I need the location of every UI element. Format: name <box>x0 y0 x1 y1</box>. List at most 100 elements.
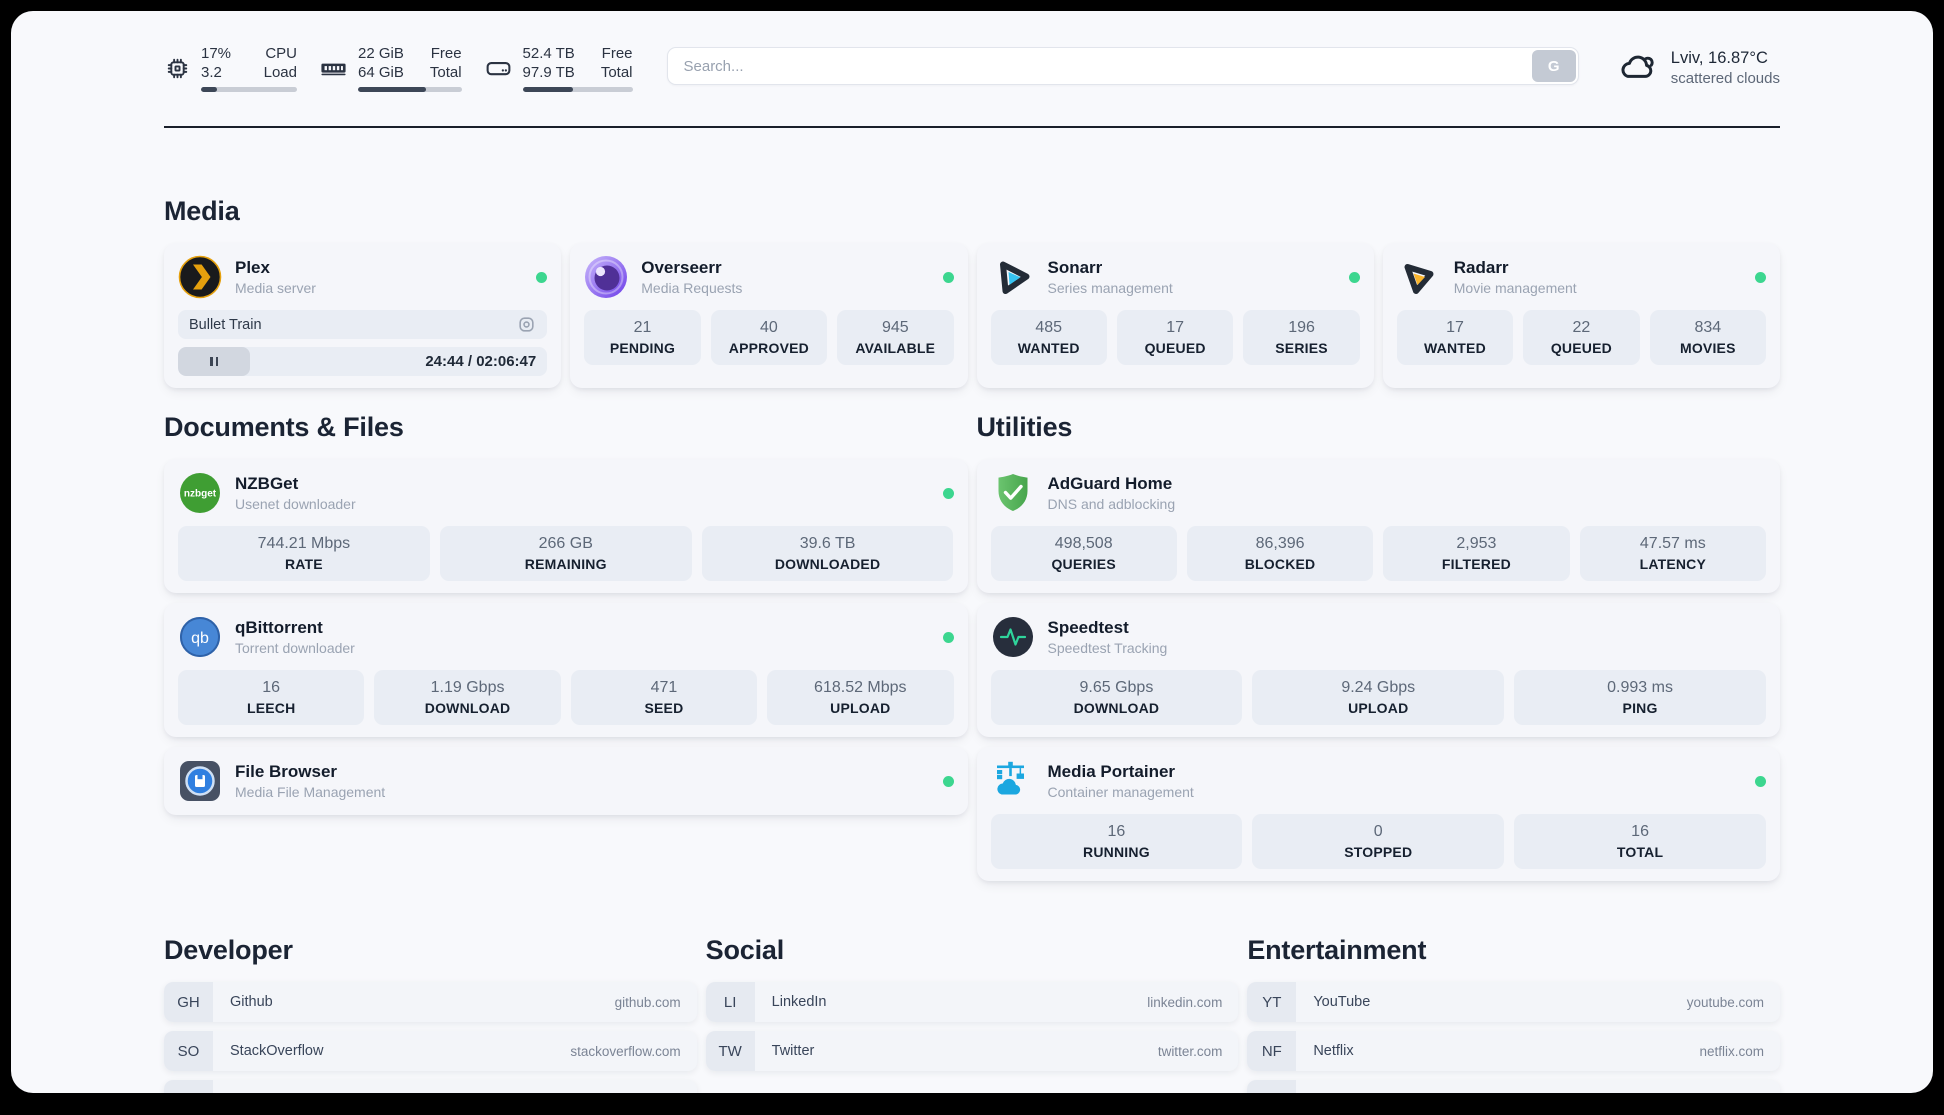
service-title: Media Portainer <box>1047 761 1176 781</box>
service-subtitle: Series management <box>1047 279 1173 296</box>
stat-box: 16 LEECH <box>178 670 365 725</box>
stat-value: 17 <box>1166 319 1185 336</box>
service-card-filebrowser[interactable]: File Browser Media File Management <box>164 747 968 815</box>
stat-label: WANTED <box>1424 340 1486 356</box>
service-card-radarr[interactable]: Radarr Movie management 17 WANTED 22 QUE… <box>1382 243 1780 388</box>
service-card-speedtest[interactable]: Speedtest Speedtest Tracking 9.65 Gbps D… <box>976 603 1780 737</box>
bookmark-row-dev[interactable]: DT DEV dev.to <box>164 1080 697 1093</box>
bookmark-abbr: YT <box>1247 982 1297 1022</box>
bookmark-abbr: RE <box>1247 1080 1297 1093</box>
service-subtitle: Media server <box>235 279 316 296</box>
stat-box: 196 SERIES <box>1243 310 1360 365</box>
dashboard-page: 17% 3.2 CPU Load 22 GiB 64 GiB Free Tota… <box>11 11 1933 1093</box>
stat-label: LEECH <box>246 700 296 716</box>
stat-box: 744.21 Mbps RATE <box>178 526 430 581</box>
status-dot <box>1348 271 1360 283</box>
bookmark-url: dev.to <box>645 1093 681 1094</box>
search-button[interactable]: G <box>1531 50 1576 82</box>
search-input[interactable] <box>666 47 1579 85</box>
radarr-icon <box>1404 264 1434 294</box>
cpu-usage-value: 17% <box>201 45 232 62</box>
status-dot <box>942 631 954 643</box>
bookmark-row-linkedin[interactable]: LI LinkedIn linkedin.com <box>705 982 1239 1022</box>
stat-box: 16 TOTAL <box>1514 814 1766 869</box>
service-card-portainer[interactable]: Media Portainer Container management 16 … <box>976 747 1780 881</box>
service-subtitle: Torrent downloader <box>235 639 355 656</box>
playback-time: 24:44 / 02:06:47 <box>425 353 537 370</box>
service-card-overseerr[interactable]: Overseerr Media Requests 21 PENDING 40 A… <box>570 243 968 388</box>
stat-label: PING <box>1622 700 1658 716</box>
stat-box: 40 APPROVED <box>710 310 828 365</box>
stat-box: 86,396 BLOCKED <box>1186 526 1374 581</box>
service-card-plex[interactable]: Plex Media server Bullet Train 24:44 / 0… <box>164 243 562 388</box>
stat-label: MOVIES <box>1679 340 1736 356</box>
stat-label: QUEUED <box>1144 340 1206 356</box>
developer-section-title: Developer <box>164 935 293 965</box>
disk-progress-bar <box>522 87 633 92</box>
stat-label: QUERIES <box>1051 556 1116 572</box>
stat-box: 16 RUNNING <box>990 814 1243 869</box>
bookmark-row-youtube[interactable]: YT YouTube youtube.com <box>1247 982 1780 1022</box>
stat-box: 22 QUEUED <box>1523 310 1640 365</box>
playback-progress-fill <box>178 347 250 376</box>
stat-box: 485 WANTED <box>990 310 1107 365</box>
bookmark-row-twitter[interactable]: TW Twitter twitter.com <box>705 1031 1239 1071</box>
media-session-icon <box>517 315 536 334</box>
bookmark-abbr: LI <box>705 982 755 1022</box>
bookmark-name: Twitter <box>771 1043 815 1059</box>
bookmark-url: netflix.com <box>1699 1043 1764 1059</box>
service-card-qbittorrent[interactable]: qb qBittorrent Torrent downloader 16 LEE… <box>164 603 968 737</box>
stat-label: STOPPED <box>1344 844 1413 860</box>
bookmark-row-github[interactable]: GH Github github.com <box>164 982 697 1022</box>
bookmark-name: LinkedIn <box>771 994 827 1010</box>
disk-icon <box>486 61 510 75</box>
weather-location: Lviv, 16.87°C <box>1670 49 1768 67</box>
stat-label: SERIES <box>1275 340 1328 356</box>
disk-free-label: Free <box>601 45 633 62</box>
resource-widget-cpu: 17% 3.2 CPU Load <box>164 44 297 92</box>
service-title: NZBGet <box>235 473 299 493</box>
bookmark-group-entertainment: Entertainment YT YouTube youtube.com NF … <box>1247 935 1780 1093</box>
bookmark-row-reddit[interactable]: RE Reddit reddit.com <box>1247 1080 1780 1093</box>
service-card-nzbget[interactable]: nzbget NZBGet Usenet downloader 744.21 M… <box>164 459 968 593</box>
stat-label: RUNNING <box>1083 844 1150 860</box>
bookmark-row-stackoverflow[interactable]: SO StackOverflow stackoverflow.com <box>164 1031 697 1071</box>
topbar-divider <box>164 126 1780 128</box>
bookmark-url: linkedin.com <box>1147 994 1223 1010</box>
entertainment-section-title: Entertainment <box>1247 935 1427 965</box>
stat-label: QUEUED <box>1550 340 1612 356</box>
disk-progress-fill <box>522 87 574 92</box>
stat-box: 9.65 Gbps DOWNLOAD <box>990 670 1243 725</box>
service-card-sonarr[interactable]: Sonarr Series management 485 WANTED 17 Q… <box>976 243 1374 388</box>
service-subtitle: Container management <box>1047 783 1194 800</box>
bookmark-name: StackOverflow <box>230 1043 324 1059</box>
stat-label: APPROVED <box>728 340 809 356</box>
disk-total-value: 97.9 TB <box>522 64 575 81</box>
stat-label: DOWNLOAD <box>1073 700 1160 716</box>
section-utilities: Utilities AdGuard Home DNS and adblockin… <box>976 412 1780 881</box>
bookmark-abbr: NF <box>1247 1031 1297 1071</box>
bookmark-url: reddit.com <box>1701 1093 1764 1094</box>
stat-value: 266 GB <box>538 535 593 552</box>
service-card-adguard[interactable]: AdGuard Home DNS and adblocking 498,508 … <box>976 459 1780 593</box>
cpu-usage-label: CPU <box>265 45 297 62</box>
cpu-load-value: 3.2 <box>201 64 222 81</box>
playback-progress-row: 24:44 / 02:06:47 <box>178 347 548 376</box>
service-subtitle: Media Requests <box>641 279 743 296</box>
stat-value: 471 <box>650 679 678 696</box>
stat-value: 945 <box>881 319 909 336</box>
sonarr-icon <box>999 261 1029 294</box>
stat-box: 9.24 Gbps UPLOAD <box>1252 670 1505 725</box>
stat-value: 2,953 <box>1456 535 1497 552</box>
search-bar: G <box>666 47 1579 85</box>
stat-box: 0 STOPPED <box>1252 814 1505 869</box>
svg-text:qb: qb <box>191 630 209 647</box>
stat-label: UPLOAD <box>830 700 891 716</box>
stat-value: 498,508 <box>1054 535 1113 552</box>
stat-label: DOWNLOAD <box>424 700 511 716</box>
stat-value: 21 <box>633 319 652 336</box>
stat-box: 498,508 QUERIES <box>990 526 1177 581</box>
stat-box: 2,953 FILTERED <box>1383 526 1570 581</box>
now-playing-title: Bullet Train <box>189 316 262 333</box>
bookmark-row-netflix[interactable]: NF Netflix netflix.com <box>1247 1031 1780 1071</box>
